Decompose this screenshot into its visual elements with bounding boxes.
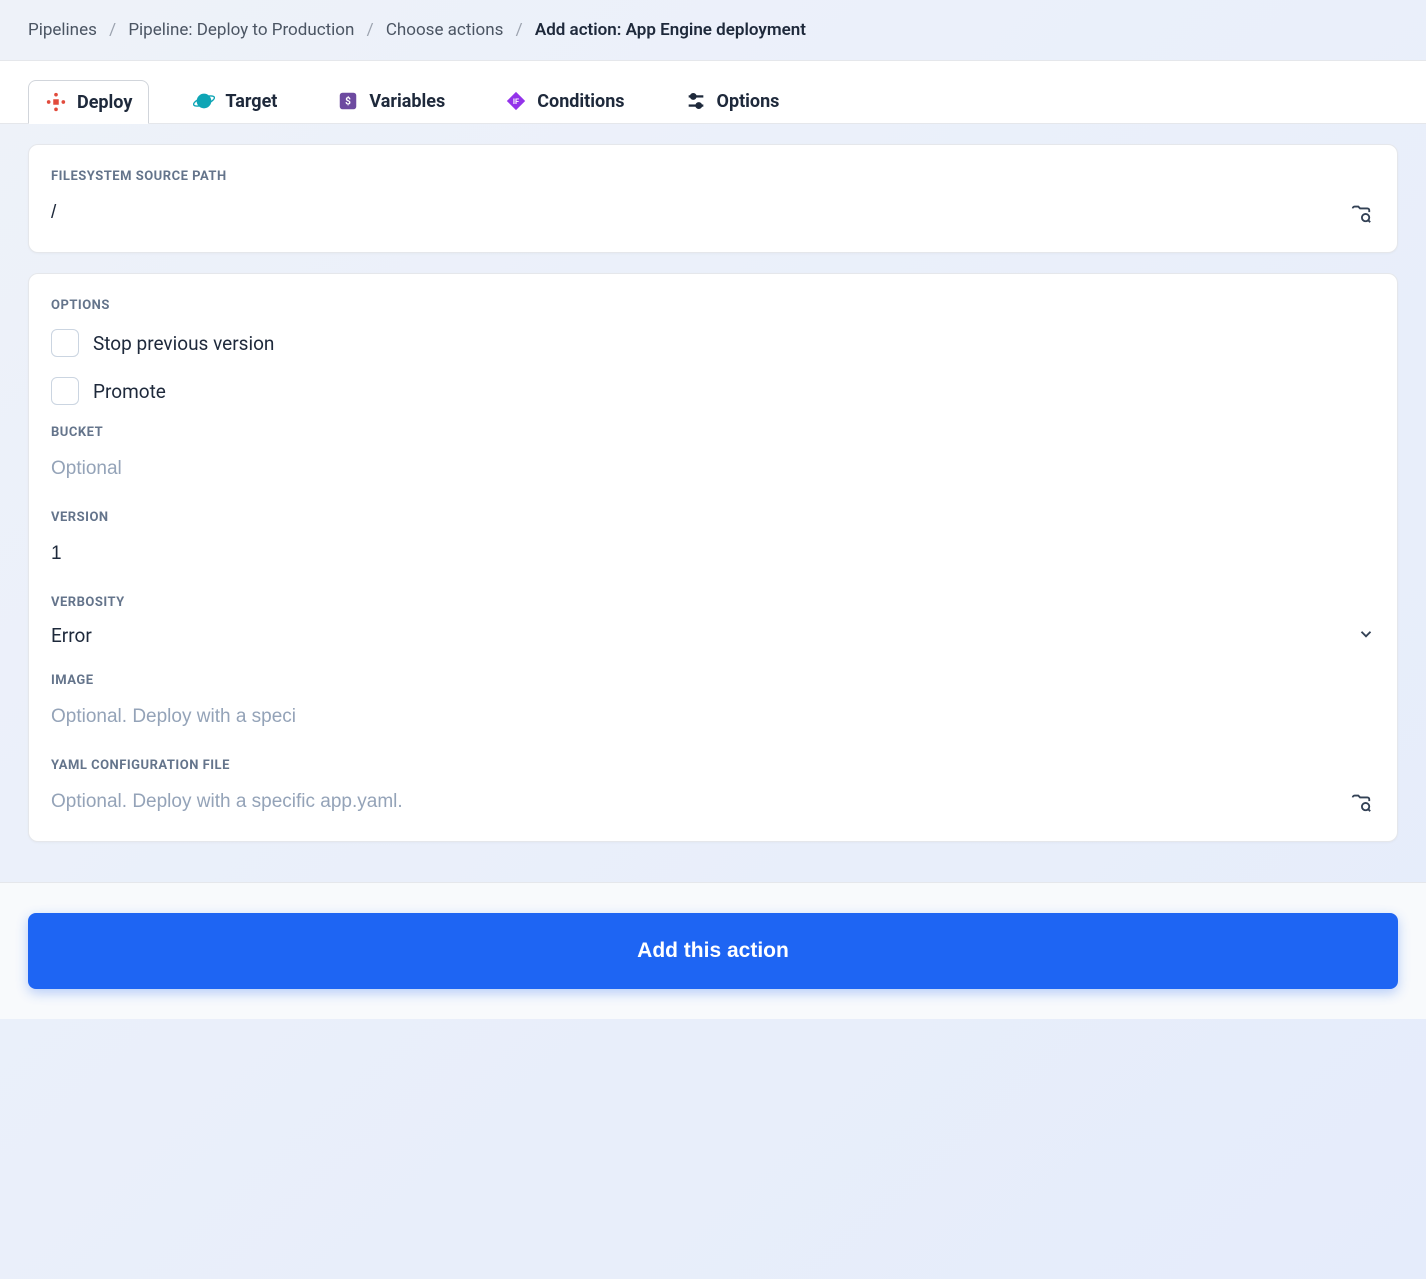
source-path-card: FILESYSTEM SOURCE PATH [28, 144, 1398, 253]
bucket-label: BUCKET [51, 425, 1375, 440]
yaml-label: YAML CONFIGURATION FILE [51, 758, 1375, 773]
svg-text:IF: IF [513, 97, 519, 106]
source-path-label: FILESYSTEM SOURCE PATH [51, 169, 1375, 184]
promote-checkbox[interactable] [51, 377, 79, 405]
bucket-input[interactable] [51, 454, 296, 484]
stop-previous-checkbox-row[interactable]: Stop previous version [51, 329, 1375, 357]
tab-conditions-label: Conditions [537, 91, 624, 112]
chevron-down-icon [1357, 625, 1375, 647]
image-input[interactable] [51, 702, 296, 732]
breadcrumb-separator: / [516, 20, 523, 40]
stop-previous-checkbox[interactable] [51, 329, 79, 357]
browse-yaml-icon[interactable] [1347, 788, 1375, 816]
conditions-icon: IF [505, 90, 527, 112]
variables-icon: $ [337, 90, 359, 112]
breadcrumb-current: Add action: App Engine deployment [535, 20, 806, 40]
source-path-input[interactable] [51, 198, 1337, 228]
image-label: IMAGE [51, 673, 1375, 688]
content: FILESYSTEM SOURCE PATH OPTIONS Stop prev… [0, 124, 1426, 882]
verbosity-value: Error [51, 624, 92, 647]
version-label: VERSION [51, 510, 1375, 525]
footer: Add this action [0, 882, 1426, 1019]
tabs: Deploy Target $ Variables IF Conditions … [0, 60, 1426, 124]
tab-target-label: Target [225, 91, 277, 112]
browse-folder-icon[interactable] [1347, 199, 1375, 227]
stop-previous-label: Stop previous version [93, 332, 274, 355]
options-icon [685, 90, 707, 112]
breadcrumb-separator: / [109, 20, 116, 40]
verbosity-select[interactable]: Error [51, 624, 1375, 647]
version-input[interactable] [51, 539, 296, 569]
tab-variables[interactable]: $ Variables [321, 80, 461, 122]
svg-text:$: $ [346, 95, 352, 108]
breadcrumb-separator: / [367, 20, 374, 40]
tab-target[interactable]: Target [177, 80, 293, 122]
promote-label: Promote [93, 380, 166, 403]
promote-checkbox-row[interactable]: Promote [51, 377, 1375, 405]
tab-conditions[interactable]: IF Conditions [489, 80, 640, 122]
planet-icon [193, 90, 215, 112]
deploy-icon [45, 91, 67, 113]
add-action-button[interactable]: Add this action [28, 913, 1398, 989]
breadcrumb: Pipelines / Pipeline: Deploy to Producti… [0, 0, 1426, 60]
tab-deploy[interactable]: Deploy [28, 80, 149, 124]
tab-options[interactable]: Options [669, 80, 796, 122]
tab-deploy-label: Deploy [77, 92, 132, 113]
options-section-label: OPTIONS [51, 298, 1375, 313]
verbosity-label: VERBOSITY [51, 595, 1375, 610]
breadcrumb-choose-actions[interactable]: Choose actions [386, 20, 504, 40]
breadcrumb-pipelines[interactable]: Pipelines [28, 20, 97, 40]
tab-options-label: Options [717, 91, 780, 112]
breadcrumb-pipeline[interactable]: Pipeline: Deploy to Production [128, 20, 354, 40]
tab-variables-label: Variables [369, 91, 445, 112]
options-card: OPTIONS Stop previous version Promote BU… [28, 273, 1398, 842]
yaml-input[interactable] [51, 787, 1337, 817]
